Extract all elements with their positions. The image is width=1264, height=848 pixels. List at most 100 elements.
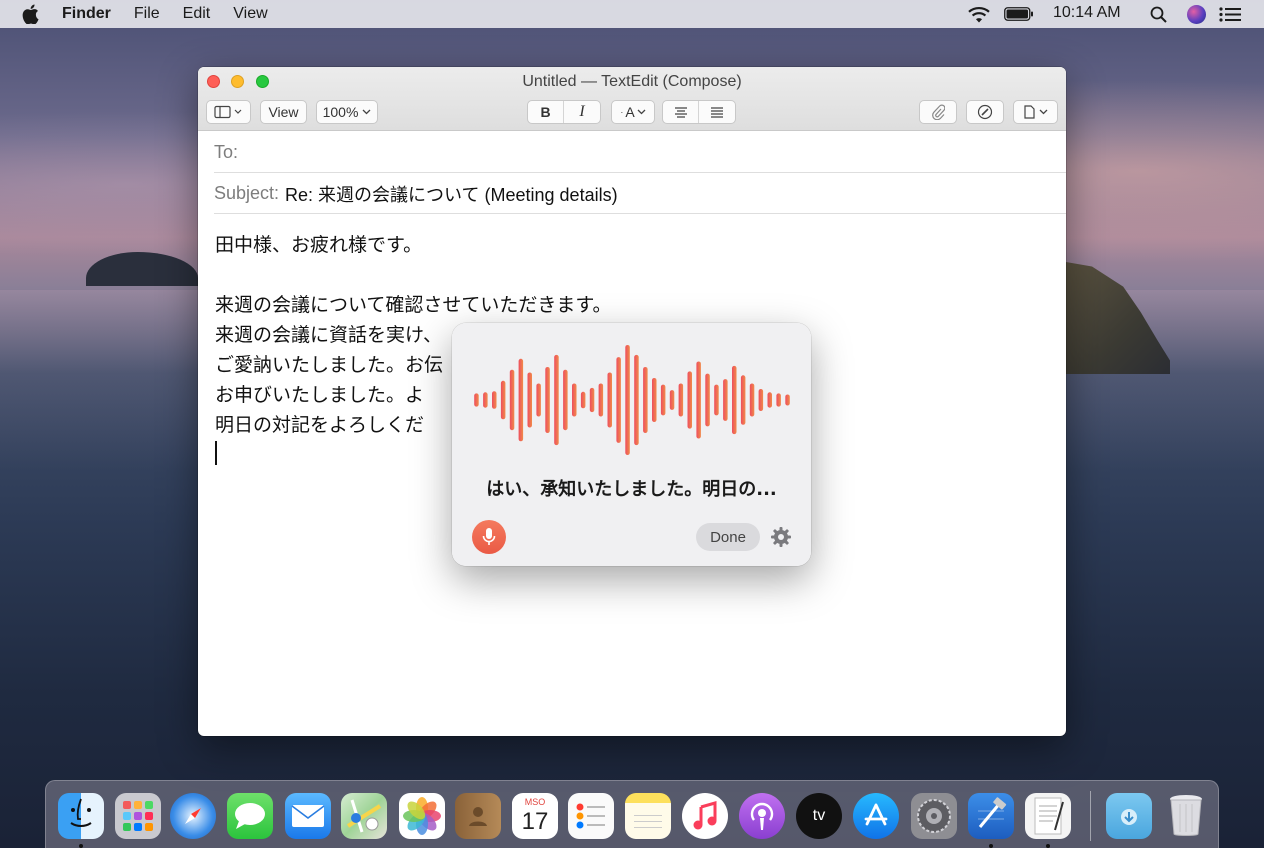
waveform-bar <box>492 391 497 409</box>
waveform-bar <box>678 383 684 417</box>
messages-icon[interactable] <box>227 793 273 839</box>
dock: MSO 17 tv <box>45 780 1219 848</box>
waveform-bar <box>483 392 488 408</box>
launchpad-icon[interactable] <box>115 793 161 839</box>
siri-icon[interactable] <box>1187 5 1206 24</box>
maps-icon[interactable] <box>341 793 387 839</box>
waveform-bar <box>652 378 657 422</box>
italic-button[interactable]: I <box>564 101 600 123</box>
waveform-bar <box>554 354 559 446</box>
dictation-waveform <box>474 345 790 455</box>
downloads-folder-icon[interactable] <box>1106 793 1152 839</box>
app-store-icon[interactable] <box>853 793 899 839</box>
alignment-group <box>662 100 736 124</box>
menu-file[interactable]: File <box>134 5 160 23</box>
waveform-bar <box>580 391 586 409</box>
sidebar-toggle-button[interactable] <box>206 100 251 124</box>
document-icon <box>1023 105 1035 119</box>
markup-button[interactable] <box>966 100 1004 124</box>
subject-field[interactable]: Re: 来週の会議について (Meeting details) <box>285 181 618 207</box>
trash-icon[interactable] <box>1163 793 1209 839</box>
waveform-bar <box>660 384 666 416</box>
to-field-row[interactable]: To: <box>214 133 1066 173</box>
markup-pen-icon <box>977 104 993 120</box>
waveform-bar <box>527 372 532 428</box>
paperclip-icon <box>932 104 945 120</box>
running-indicator <box>79 844 83 848</box>
bold-button[interactable]: B <box>528 101 565 123</box>
textedit-icon[interactable] <box>1025 793 1071 839</box>
text-style-group: B I <box>527 100 601 124</box>
sidebar-icon <box>213 105 241 119</box>
subject-label: Subject: <box>214 183 280 203</box>
spotlight-search-icon[interactable] <box>1150 6 1167 28</box>
font-color-label: A <box>625 104 635 120</box>
dictation-panel: はい、承知いたしました。明日の... Done <box>452 323 811 566</box>
window-title: Untitled — TextEdit (Compose) <box>522 73 742 90</box>
microphone-button[interactable] <box>472 520 506 554</box>
view-button[interactable]: View <box>260 100 307 124</box>
font-color-button[interactable]: · A <box>611 100 655 124</box>
microphone-icon <box>482 528 496 545</box>
running-indicator <box>1046 844 1050 848</box>
menu-clock[interactable]: 10:14 AM <box>1053 4 1121 22</box>
chevron-down-icon <box>362 109 371 115</box>
align-justify-icon <box>711 106 723 118</box>
dictation-transcript: はい、承知いたしました。明日の... <box>486 479 777 500</box>
done-button[interactable]: Done <box>696 523 760 551</box>
waveform-bar <box>607 372 612 428</box>
zoom-select[interactable]: 100% <box>316 100 378 124</box>
xcode-icon[interactable] <box>968 793 1014 839</box>
menu-bar: Finder File Edit View 10:14 AM <box>0 0 1264 28</box>
chevron-down-icon <box>637 109 646 115</box>
window-titlebar[interactable]: Untitled — TextEdit (Compose) View 100% … <box>198 67 1066 131</box>
mail-icon[interactable] <box>285 793 331 839</box>
waveform-bar <box>545 367 550 433</box>
document-menu-button[interactable] <box>1013 100 1058 124</box>
notes-icon[interactable] <box>625 793 671 839</box>
attach-button[interactable] <box>919 100 957 124</box>
align-list-button[interactable] <box>699 101 735 123</box>
battery-icon[interactable] <box>1004 7 1034 26</box>
waveform-bar <box>767 392 772 408</box>
waveform-bar <box>758 389 764 411</box>
subject-field-row[interactable]: Subject: Re: 来週の会議について (Meeting details) <box>214 174 1066 214</box>
control-center-icon[interactable] <box>1219 7 1241 27</box>
waveform-bar <box>643 367 648 433</box>
finder-icon[interactable] <box>58 793 104 839</box>
waveform-bar <box>474 393 479 407</box>
waveform-bar <box>616 357 621 443</box>
waveform-bar <box>740 375 746 425</box>
align-center-button[interactable] <box>663 101 700 123</box>
music-icon[interactable] <box>682 793 728 839</box>
menu-view[interactable]: View <box>233 5 267 23</box>
menu-edit[interactable]: Edit <box>183 5 211 23</box>
waveform-bar <box>598 383 604 417</box>
tv-icon[interactable]: tv <box>796 793 842 839</box>
menu-app-name[interactable]: Finder <box>62 5 111 23</box>
waveform-bar <box>776 393 781 407</box>
waveform-bar <box>705 373 710 427</box>
waveform-bar <box>723 379 728 421</box>
waveform-bar <box>500 380 506 420</box>
waveform-bar <box>714 384 719 416</box>
waveform-bar <box>687 371 692 429</box>
calendar-day: 17 <box>521 808 549 835</box>
wifi-icon[interactable] <box>967 6 991 28</box>
dictation-settings-button[interactable] <box>770 526 792 548</box>
safari-icon[interactable] <box>170 793 216 839</box>
apple-icon[interactable] <box>20 3 40 25</box>
reminders-icon[interactable] <box>568 793 614 839</box>
waveform-bar <box>696 361 701 439</box>
waveform-bar <box>732 365 737 435</box>
to-label: To: <box>214 142 239 162</box>
running-indicator <box>989 844 993 848</box>
dotted-icon: · <box>620 107 624 117</box>
system-preferences-icon[interactable] <box>911 793 957 839</box>
podcasts-icon[interactable] <box>739 793 785 839</box>
waveform-bar <box>625 345 630 455</box>
photos-icon[interactable] <box>399 793 445 839</box>
waveform-bar <box>634 354 639 446</box>
calendar-icon[interactable]: MSO 17 <box>512 793 558 839</box>
contacts-icon[interactable] <box>455 793 501 839</box>
